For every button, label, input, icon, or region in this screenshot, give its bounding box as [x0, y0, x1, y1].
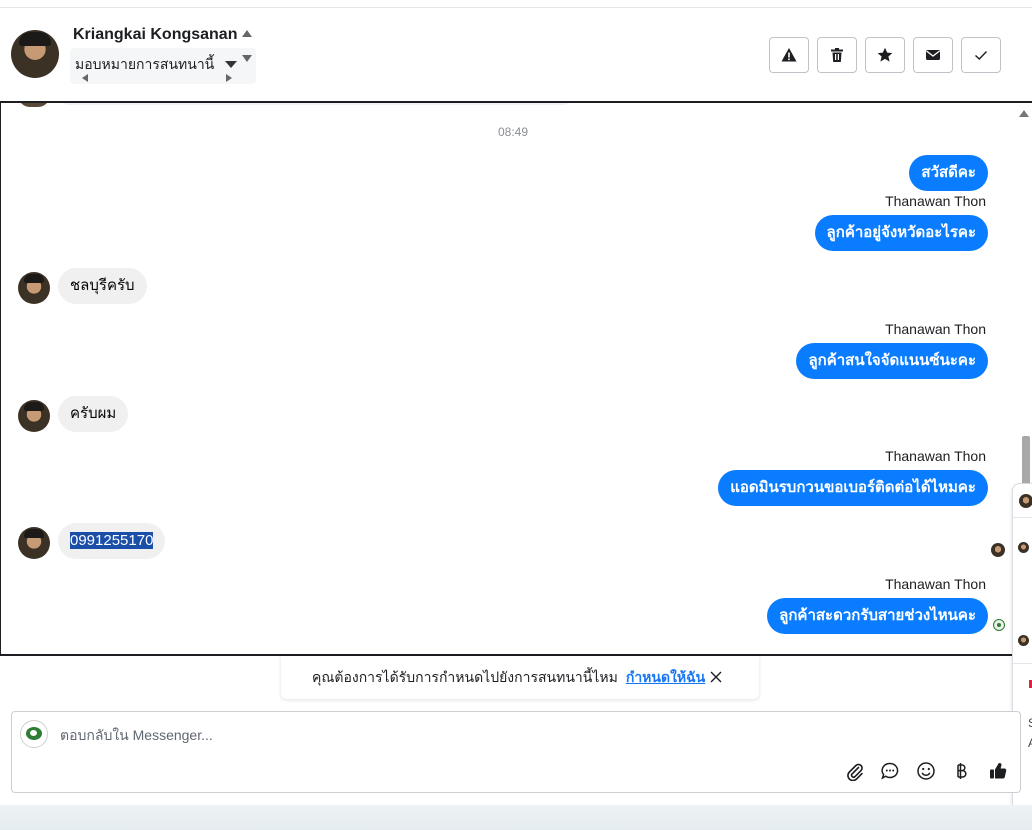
outgoing-message[interactable]: ลูกค้าสะดวกรับสายช่วงไหนคะ [767, 598, 988, 634]
saved-reply-button[interactable] [879, 760, 901, 782]
thumbs-up-icon [990, 763, 1007, 779]
baht-icon [957, 763, 967, 779]
envelope-icon [926, 50, 940, 60]
panel-divider [1013, 663, 1032, 664]
emoji-button[interactable] [915, 760, 937, 782]
outgoing-message[interactable]: ลูกค้าสนใจจัดแนนซ์นะคะ [796, 343, 988, 379]
assign-conversation-select[interactable]: มอบหมายการสนทนานี้ [70, 48, 256, 84]
payment-button[interactable] [950, 760, 972, 782]
messenger-inbox-conversation: Kriangkai Kongsanan มอบหมายการสนทนานี้ 0… [0, 0, 1032, 830]
message-composer [11, 711, 1021, 793]
sender-name: Thanawan Thon [885, 576, 986, 592]
page-avatar [20, 720, 48, 748]
incoming-message[interactable]: ชลบุรีครับ [58, 268, 147, 304]
page-footer-strip [0, 805, 1032, 830]
panel-avatar[interactable] [1018, 542, 1029, 553]
sender-name: Thanawan Thon [885, 321, 986, 337]
scroll-right-arrow[interactable] [226, 74, 232, 82]
sender-name: Thanawan Thon [885, 448, 986, 464]
incoming-message[interactable]: 0991255170 [58, 523, 166, 559]
sender-name: Thanawan Thon [885, 193, 986, 209]
warning-icon [781, 48, 797, 62]
read-receipt-icon [993, 619, 1005, 631]
attach-icon [847, 763, 863, 781]
previous-avatar [18, 103, 50, 107]
saved-reply-icon [881, 762, 899, 780]
message-timestamp: 08:49 [497, 125, 529, 139]
conversation-header: Kriangkai Kongsanan มอบหมายการสนทนานี้ [0, 8, 1032, 102]
attach-button[interactable] [844, 760, 866, 782]
reply-input[interactable] [60, 724, 960, 746]
previous-message-bubble [61, 103, 571, 105]
chevron-down-icon[interactable] [225, 61, 237, 68]
star-icon [877, 47, 893, 62]
customer-avatar[interactable] [11, 30, 59, 78]
close-icon[interactable] [709, 670, 723, 684]
panel-avatar[interactable] [1019, 494, 1032, 508]
scroll-left-arrow[interactable] [82, 74, 88, 82]
outgoing-message[interactable]: ลูกค้าอยู่จังหวัดอะไรคะ [814, 215, 988, 251]
assign-suggestion-toast: คุณต้องการได้รับการกำหนดไปยังการสนทนานี้… [281, 656, 759, 699]
customer-avatar-small[interactable] [18, 400, 50, 432]
seen-by-avatar [991, 543, 1005, 557]
message-thread[interactable]: 08:49 สวัสดีคะ Thanawan Thon ลูกค้าอยู่จ… [0, 101, 1032, 656]
selected-phone-number[interactable]: 0991255170 [70, 532, 154, 549]
panel-divider [1013, 517, 1032, 518]
spam-button[interactable] [769, 37, 809, 73]
customer-avatar-small[interactable] [18, 527, 50, 559]
panel-text: S [1028, 716, 1032, 730]
scroll-up-arrow[interactable] [242, 30, 252, 37]
check-icon [975, 51, 988, 60]
like-button[interactable] [987, 760, 1009, 782]
customer-name[interactable]: Kriangkai Kongsanan [73, 26, 237, 44]
panel-avatar[interactable] [1018, 635, 1029, 646]
thread-scrollbar-thumb[interactable] [1022, 436, 1030, 486]
outgoing-message[interactable]: สวัสดีคะ [909, 155, 988, 191]
thread-scroll-up-arrow[interactable] [1019, 110, 1029, 117]
mark-unread-button[interactable] [913, 37, 953, 73]
mark-done-button[interactable] [961, 37, 1001, 73]
customer-avatar-small[interactable] [18, 272, 50, 304]
star-button[interactable] [865, 37, 905, 73]
assign-suggestion-text: คุณต้องการได้รับการกำหนดไปยังการสนทนานี้… [312, 668, 618, 685]
outgoing-message[interactable]: แอดมินรบกวนขอเบอร์ติดต่อได้ไหมคะ [718, 470, 988, 506]
incoming-message[interactable]: ครับผม [58, 396, 129, 432]
scroll-down-arrow[interactable] [242, 55, 252, 62]
trash-icon [831, 48, 843, 62]
delete-button[interactable] [817, 37, 857, 73]
emoji-icon [917, 762, 935, 780]
assign-to-me-link[interactable]: กำหนดให้ฉัน [626, 667, 705, 689]
panel-text: A [1028, 736, 1032, 750]
assign-conversation-label: มอบหมายการสนทนานี้ [75, 56, 215, 72]
